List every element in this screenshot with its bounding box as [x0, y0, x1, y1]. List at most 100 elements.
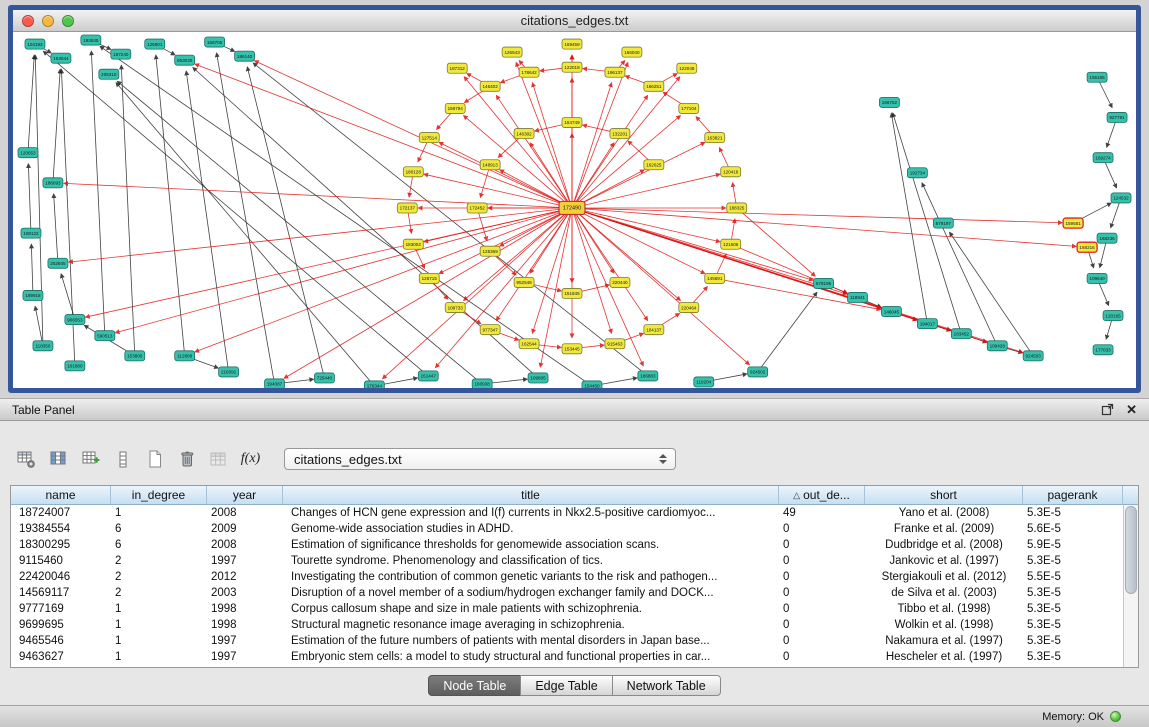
network-node[interactable]: 924502	[748, 367, 768, 377]
column-header-title[interactable]: title	[283, 486, 779, 504]
network-node[interactable]: 122048	[677, 63, 697, 73]
network-node[interactable]: 879197	[933, 218, 953, 228]
network-node[interactable]: 119204	[694, 377, 714, 387]
network-node[interactable]: 146402	[480, 81, 500, 91]
network-node[interactable]: 183002	[403, 239, 423, 249]
network-view-window[interactable]: citations_edges.txt 17249018832512041616…	[8, 5, 1141, 393]
table-row[interactable]: 946554611997Estimation of the future num…	[11, 633, 1138, 649]
network-node[interactable]: 915463	[605, 339, 625, 349]
network-node[interactable]: 109428	[987, 341, 1007, 351]
table-row[interactable]: 2242004622012Investigating the contribut…	[11, 569, 1138, 585]
network-node[interactable]: 154450	[582, 381, 602, 388]
new-table-button[interactable]	[142, 448, 167, 470]
network-node[interactable]: 183452	[951, 329, 971, 339]
network-node[interactable]: 126543	[502, 47, 522, 57]
network-node[interactable]: 220464	[679, 303, 699, 313]
network-node[interactable]: 679195	[814, 278, 834, 288]
table-scrollbar-thumb[interactable]	[1125, 506, 1137, 594]
network-node[interactable]: 126715	[419, 273, 439, 283]
network-node[interactable]: 104137	[644, 325, 664, 335]
network-node[interactable]: 118941	[848, 292, 868, 302]
network-node[interactable]: 151845	[562, 288, 582, 298]
network-canvas[interactable]: 1724901883251204161638211771041662511961…	[13, 32, 1136, 388]
network-node[interactable]: 120653	[18, 148, 38, 158]
network-node[interactable]: 187240	[111, 49, 131, 59]
network-node[interactable]: 162625	[644, 160, 664, 170]
network-node[interactable]: 168216	[1077, 242, 1097, 252]
table-row[interactable]: 969969511998Structural magnetic resonanc…	[11, 617, 1138, 633]
network-graph[interactable]: 1724901883251204161638211771041662511961…	[13, 32, 1136, 388]
network-node[interactable]: 108122	[21, 228, 41, 238]
network-node[interactable]: 132201	[610, 129, 630, 139]
network-node[interactable]: 194087	[265, 379, 285, 388]
close-panel-icon[interactable]: ✕	[1126, 403, 1137, 416]
tab-edge-table[interactable]: Edge Table	[520, 675, 612, 696]
delete-table-button[interactable]	[174, 448, 199, 470]
column-header-in_degree[interactable]: in_degree	[111, 486, 207, 504]
network-node[interactable]: 122018	[562, 62, 582, 72]
network-node[interactable]: 169459	[562, 39, 582, 49]
network-node[interactable]: 178642	[519, 67, 539, 77]
network-node[interactable]: 153805	[125, 351, 145, 361]
table-options-button[interactable]	[14, 448, 39, 470]
show-hide-columns-button[interactable]	[46, 448, 71, 470]
network-node[interactable]: 186140	[235, 51, 255, 61]
network-node[interactable]: 151447	[418, 371, 438, 381]
network-node[interactable]: 196137	[605, 67, 625, 77]
network-node[interactable]: 166752	[879, 97, 899, 107]
network-node[interactable]: 906553	[65, 315, 85, 325]
network-node[interactable]: 952548	[514, 277, 534, 287]
network-node[interactable]: 205310	[99, 69, 119, 79]
column-header-year[interactable]: year	[207, 486, 283, 504]
row-height-button[interactable]	[110, 448, 135, 470]
zoom-window-button[interactable]	[62, 15, 74, 27]
network-node[interactable]: 166251	[644, 81, 664, 91]
network-node[interactable]: 148913	[480, 160, 500, 170]
network-node[interactable]: 188325	[727, 203, 747, 213]
network-node[interactable]: 146302	[514, 129, 534, 139]
column-header-name[interactable]: name	[11, 486, 111, 504]
network-node[interactable]: 163821	[705, 133, 725, 143]
network-node[interactable]: 118350	[33, 341, 53, 351]
window-titlebar[interactable]: citations_edges.txt	[13, 10, 1136, 32]
network-node[interactable]: 153445	[562, 344, 582, 354]
network-table-select[interactable]: citations_edges.txt	[284, 448, 676, 470]
table-row[interactable]: 946362711997Embryonic stem cells: a mode…	[11, 649, 1138, 665]
column-header-out_de[interactable]: △out_de...	[779, 486, 865, 504]
network-node[interactable]: 186093	[43, 178, 63, 188]
network-node[interactable]: 725440	[314, 373, 334, 383]
network-node[interactable]: 176344	[364, 381, 384, 388]
table-row[interactable]: 1872400712008Changes of HCN gene express…	[11, 505, 1138, 521]
network-node[interactable]: 590513	[95, 331, 115, 341]
network-node[interactable]: 127514	[419, 133, 439, 143]
network-node[interactable]: 154749	[562, 117, 582, 127]
network-node[interactable]: 252605	[48, 258, 68, 268]
network-node[interactable]: 172137	[397, 203, 417, 213]
network-node[interactable]: 153044	[51, 53, 71, 63]
network-node[interactable]: 159581	[1063, 218, 1083, 228]
network-node[interactable]: 101880	[65, 361, 85, 371]
network-node[interactable]: 186883	[638, 371, 658, 381]
column-header-pagerank[interactable]: pagerank	[1023, 486, 1123, 504]
table-row[interactable]: 911546021997Tourette syndrome. Phenomeno…	[11, 553, 1138, 569]
table-row[interactable]: 977716911998Corpus callosum shape and si…	[11, 601, 1138, 617]
network-node[interactable]: 158794	[445, 103, 465, 113]
network-node[interactable]: 924503	[1023, 351, 1043, 361]
network-node[interactable]: 172452	[467, 203, 487, 213]
close-window-button[interactable]	[22, 15, 34, 27]
network-node[interactable]: 125369	[480, 246, 500, 256]
table-scrollbar[interactable]	[1123, 505, 1138, 667]
column-header-short[interactable]: short	[865, 486, 1023, 504]
network-node[interactable]: 104193	[25, 39, 45, 49]
network-node[interactable]: 169274	[1093, 153, 1113, 163]
table-row[interactable]: 1830029562008Estimation of significance …	[11, 537, 1138, 553]
network-node[interactable]: 927791	[1107, 112, 1127, 122]
table-row[interactable]: 1938455462009Genome-wide association stu…	[11, 521, 1138, 537]
network-node[interactable]: 216091	[219, 367, 239, 377]
network-node[interactable]: 145691	[705, 273, 725, 283]
import-table-button[interactable]	[206, 448, 231, 470]
network-node[interactable]: 166040	[622, 47, 642, 57]
network-node[interactable]: 162544	[519, 339, 539, 349]
float-panel-icon[interactable]	[1101, 403, 1114, 416]
network-node[interactable]: 121606	[721, 239, 741, 249]
